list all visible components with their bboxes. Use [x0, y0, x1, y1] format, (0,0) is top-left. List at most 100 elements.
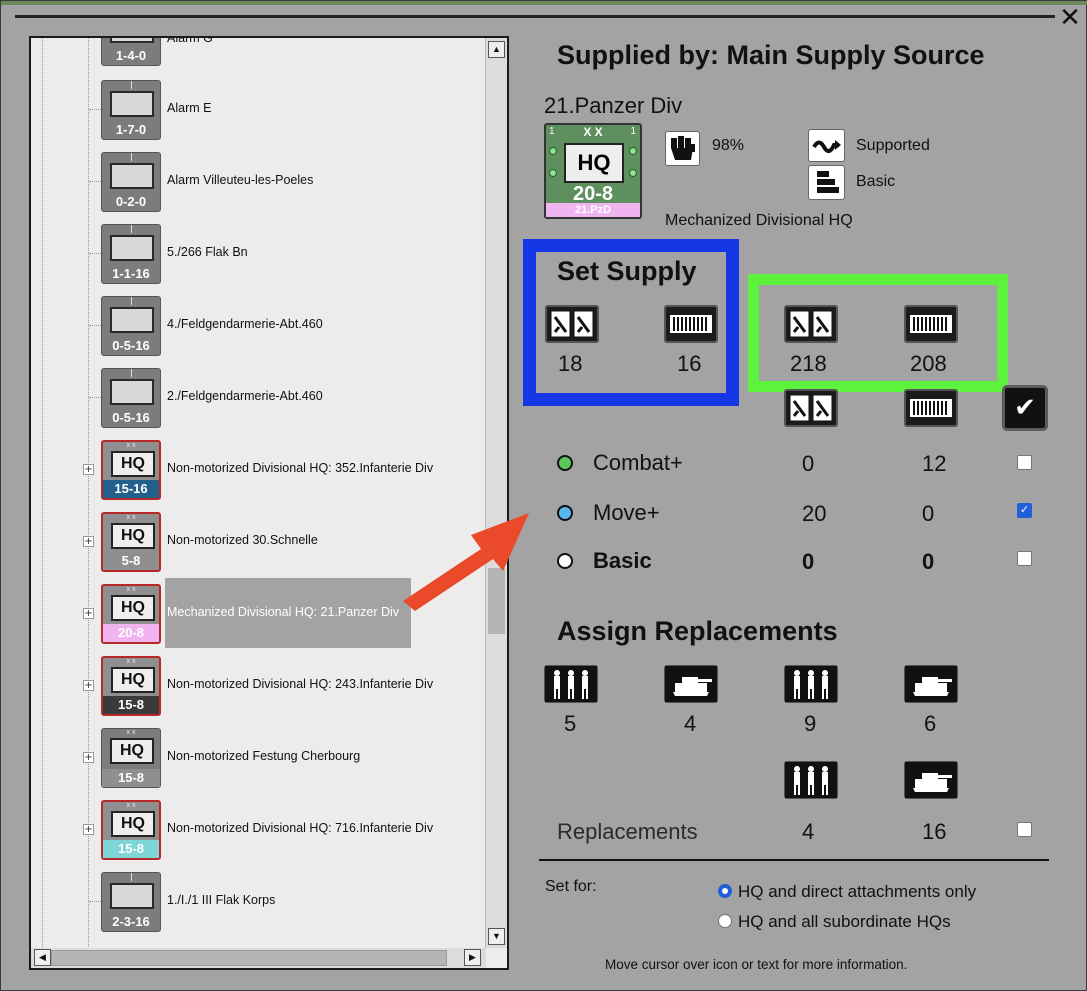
tree-row[interactable]: + x x HQ 15-8 Non-motorized Divisional HQ: 2… — [31, 650, 486, 722]
infantry-icon[interactable] — [784, 761, 838, 799]
expand-icon[interactable]: + — [83, 824, 94, 835]
ammo-icon[interactable] — [545, 305, 599, 343]
morale-value: 98% — [712, 137, 745, 154]
tree-item-label[interactable]: Non-motorized Divisional HQ: 716.Infante… — [167, 821, 433, 835]
fuel-icon[interactable] — [904, 305, 958, 343]
tree-row[interactable]: + x x HQ 15-8 Non-motorized Divisional HQ: 7… — [31, 794, 486, 866]
unit-counter[interactable]: 0-2-0 — [101, 152, 161, 212]
set-for-option-direct[interactable]: HQ and direct attachments only — [738, 882, 976, 902]
unit-counter[interactable]: 1-7-0 — [101, 80, 161, 140]
tree-vertical-scrollbar[interactable]: ▲ ▼ — [485, 38, 507, 948]
tree-item-label[interactable]: Non-motorized 30.Schnelle — [167, 533, 318, 547]
scroll-down-button[interactable]: ▼ — [488, 928, 505, 945]
set-for-radio-direct[interactable] — [718, 884, 732, 898]
unit-counter[interactable]: 0-5-16 — [101, 296, 161, 356]
hq-counter[interactable]: 1 X X 1 HQ 20-8 21.PzD — [544, 123, 642, 219]
scroll-left-button[interactable]: ◀ — [34, 949, 51, 966]
move-plus-label[interactable]: Move+ — [593, 500, 660, 526]
tree-row[interactable]: 0-5-16 4./Feldgendarmerie-Abt.460 — [31, 290, 486, 362]
basic-supply-icon[interactable] — [808, 165, 845, 200]
fuel-icon[interactable] — [904, 389, 958, 427]
expand-icon[interactable]: + — [83, 752, 94, 763]
ammo-icon[interactable] — [784, 305, 838, 343]
set-for-option-all[interactable]: HQ and all subordinate HQs — [738, 912, 951, 932]
tree-item-label[interactable]: Alarm Villeuteu-les-Poeles — [167, 173, 313, 187]
counter-strength: 2-3-16 — [112, 914, 150, 929]
replacements-checkbox[interactable] — [1017, 822, 1032, 837]
tree-item-label[interactable]: Non-motorized Divisional HQ: 243.Infante… — [167, 677, 433, 691]
basic-option-label[interactable]: Basic — [593, 548, 652, 574]
infantry-icon[interactable] — [544, 665, 598, 703]
tree-item-label[interactable]: 2./Feldgendarmerie-Abt.460 — [167, 389, 323, 403]
unit-counter[interactable]: 2-3-16 — [101, 872, 161, 932]
tree-item-label[interactable]: Non-motorized Festung Cherbourg — [167, 749, 360, 763]
expand-icon[interactable]: + — [83, 608, 94, 619]
tree-row[interactable]: 1-1-16 5./266 Flak Bn — [31, 218, 486, 290]
size-marker — [131, 153, 132, 161]
size-marker: x x — [126, 586, 136, 593]
tree-row[interactable]: + x x HQ 15-8 Non-motorized Festung Cherbour… — [31, 722, 486, 794]
basic-dot[interactable] — [557, 553, 573, 569]
unit-counter[interactable]: x x HQ 5-8 — [101, 512, 161, 572]
unit-counter[interactable]: x x HQ 15-8 — [101, 800, 161, 860]
combat-plus-checkbox[interactable] — [1017, 455, 1032, 470]
ammo-level-current: 218 — [790, 351, 827, 376]
unit-counter[interactable]: 1-4-0 — [101, 38, 161, 66]
tree-item-label[interactable]: Non-motorized Divisional HQ: 352.Infante… — [167, 461, 433, 475]
tree-item-label[interactable]: Alarm G — [167, 38, 213, 45]
scroll-right-button[interactable]: ▶ — [464, 949, 481, 966]
expand-icon[interactable]: + — [83, 680, 94, 691]
move-plus-dot[interactable] — [557, 505, 573, 521]
tree-item-label[interactable]: 4./Feldgendarmerie-Abt.460 — [167, 317, 323, 331]
scroll-up-button[interactable]: ▲ — [488, 41, 505, 58]
tree-row[interactable]: 1-4-0 Alarm G — [31, 38, 486, 72]
basic-checkbox[interactable] — [1017, 551, 1032, 566]
counter-size: X X — [583, 125, 603, 139]
combat-plus-dot[interactable] — [557, 455, 573, 471]
move-plus-fuel: 0 — [922, 501, 935, 526]
expand-icon[interactable]: + — [83, 464, 94, 475]
tank-icon[interactable] — [664, 665, 718, 703]
supplied-by-title: Supplied by: Main Supply Source — [557, 40, 985, 70]
ammo-icon[interactable] — [784, 389, 838, 427]
fuel-icon[interactable] — [664, 305, 718, 343]
tree-connector — [89, 253, 101, 254]
tree-row[interactable]: + x x HQ 15-16 Non-motorized Divisional HQ: … — [31, 434, 486, 506]
unit-counter[interactable]: 1-1-16 — [101, 224, 161, 284]
replacements-infantry: 4 — [802, 819, 815, 844]
tree-row[interactable]: 1-7-0 Alarm E — [31, 74, 486, 146]
tree-row[interactable]: 2-3-16 1./I./1 III Flak Korps — [31, 866, 486, 938]
unit-counter[interactable]: x x HQ 15-8 — [101, 728, 161, 788]
motorcycle-icon — [110, 379, 154, 405]
counter-strength: 1-1-16 — [112, 266, 150, 281]
tree-horizontal-scrollbar[interactable]: ◀ ▶ — [31, 948, 486, 968]
tree-item-label[interactable]: Mechanized Divisional HQ: 21.Panzer Div — [167, 605, 399, 619]
move-plus-checkbox[interactable]: ✓ — [1017, 503, 1032, 518]
hq-icon: HQ — [111, 595, 155, 621]
tree-row[interactable]: 0-5-16 2./Feldgendarmerie-Abt.460 — [31, 362, 486, 434]
fist-icon[interactable] — [665, 131, 700, 166]
supported-icon[interactable] — [808, 129, 845, 162]
unit-counter[interactable]: x x HQ 15-8 — [101, 656, 161, 716]
counter-strength: 0-5-16 — [112, 410, 150, 425]
infantry-icon[interactable] — [784, 665, 838, 703]
tank-icon[interactable] — [904, 665, 958, 703]
apply-check-button[interactable]: ✔ — [1002, 385, 1048, 431]
unit-counter[interactable]: x x HQ 15-16 — [101, 440, 161, 500]
tree-item-label[interactable]: 1./I./1 III Flak Korps — [167, 893, 275, 907]
tank-icon[interactable] — [904, 761, 958, 799]
combat-plus-fuel: 12 — [922, 451, 947, 476]
hscroll-thumb[interactable] — [51, 950, 447, 966]
combat-plus-label[interactable]: Combat+ — [593, 450, 683, 476]
unit-counter[interactable]: x x HQ 20-8 — [101, 584, 161, 644]
unit-counter[interactable]: 0-5-16 — [101, 368, 161, 428]
close-icon[interactable]: ✕ — [1057, 4, 1083, 31]
expand-icon[interactable]: + — [83, 536, 94, 547]
red-arrow-annotation — [403, 513, 529, 611]
set-for-radio-all[interactable] — [718, 914, 732, 928]
tree-row[interactable]: 0-2-0 Alarm Villeuteu-les-Poeles — [31, 146, 486, 218]
tree-item-label[interactable]: 5./266 Flak Bn — [167, 245, 248, 259]
motorcycle-icon — [110, 307, 154, 333]
tree-item-label[interactable]: Alarm E — [167, 101, 211, 115]
motorcycle-icon — [110, 91, 154, 117]
